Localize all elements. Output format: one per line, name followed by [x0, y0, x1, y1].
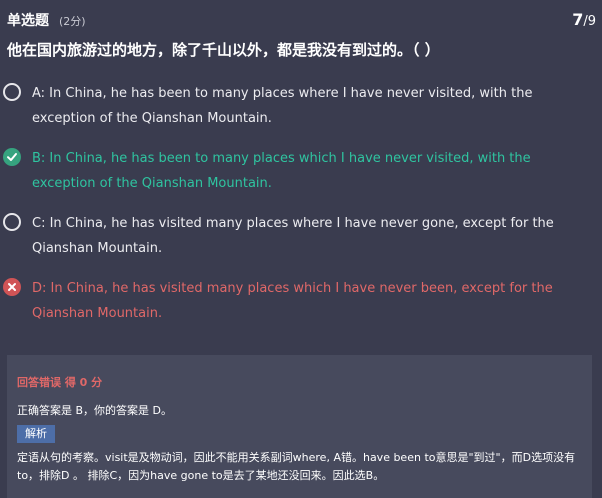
correct-answer-line: 正确答案是 B，你的答案是 D。 — [17, 404, 173, 417]
radio-unselected-icon[interactable] — [3, 213, 21, 231]
result-status: 回答错误 得 0 分 — [17, 376, 103, 389]
cross-circle-icon[interactable] — [3, 278, 21, 296]
option-b[interactable]: B: In China, he has been to many places … — [0, 146, 602, 196]
explanation-text: 定语从句的考察。visit是及物动词，因此不能用关系副词where, A错。ha… — [17, 451, 576, 482]
explanation-tag: 解析 — [17, 425, 55, 443]
check-circle-icon[interactable] — [3, 148, 21, 166]
progress-total: /9 — [583, 14, 596, 29]
option-c-text: C: In China, he has visited many places … — [32, 216, 554, 256]
option-d[interactable]: D: In China, he has visited many places … — [0, 276, 602, 326]
radio-unselected-icon[interactable] — [3, 83, 21, 101]
option-b-text: B: In China, he has been to many places … — [32, 151, 531, 191]
option-a[interactable]: A: In China, he has been to many places … — [0, 81, 602, 131]
option-a-text: A: In China, he has been to many places … — [32, 86, 533, 126]
question-type-label: 单选题 — [7, 13, 49, 29]
question-text: 他在国内旅游过的地方，除了千山以外，都是我没有到过的。（ ） — [7, 41, 440, 59]
answer-result-panel: 回答错误 得 0 分 正确答案是 B，你的答案是 D。 解析 定语从句的考察。v… — [7, 355, 592, 498]
question-score: (2分) — [59, 15, 86, 28]
question-progress: 7/9 — [572, 10, 596, 29]
progress-current: 7 — [572, 10, 584, 29]
option-c[interactable]: C: In China, he has visited many places … — [0, 211, 602, 261]
option-d-text: D: In China, he has visited many places … — [32, 281, 553, 321]
question-header: 单选题 (2分) — [7, 10, 86, 30]
